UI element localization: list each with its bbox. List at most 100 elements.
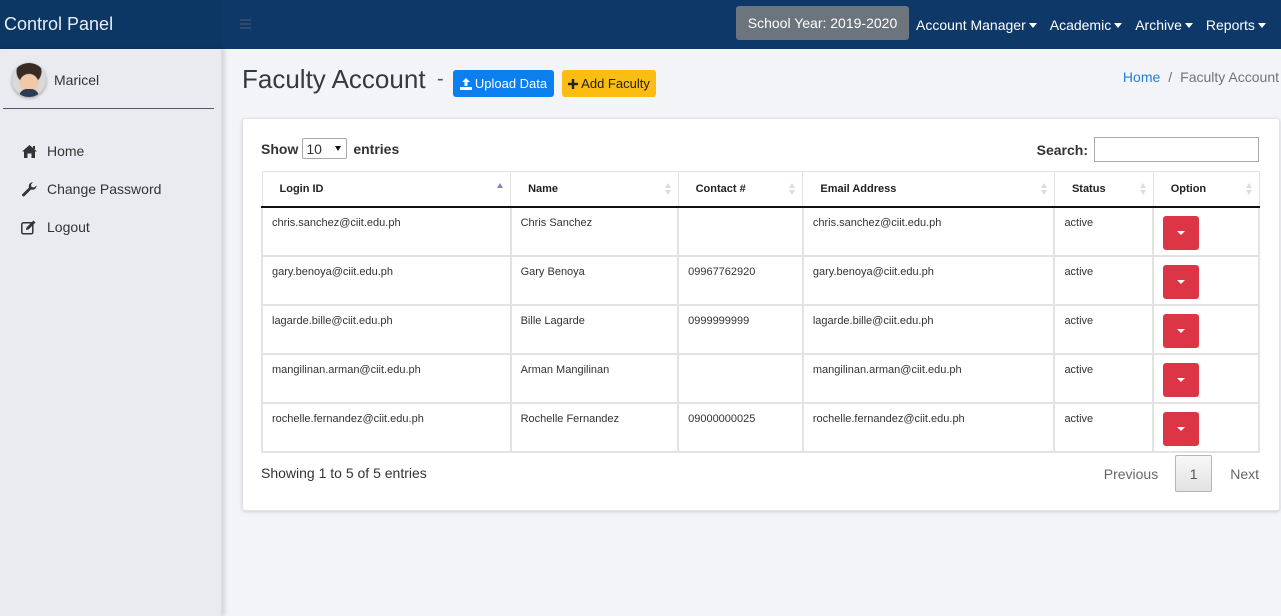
sort-both-icon xyxy=(789,183,796,195)
breadcrumb-separator: / xyxy=(1168,69,1173,85)
breadcrumb-current: Faculty Account xyxy=(1180,69,1279,85)
sidebar-item-logout[interactable]: Logout xyxy=(20,208,161,246)
column-header-option[interactable]: Option xyxy=(1152,171,1260,208)
page-1-button[interactable]: 1 xyxy=(1175,455,1213,492)
sort-both-icon xyxy=(1245,183,1252,195)
cell-option xyxy=(1152,254,1260,306)
nav-archive[interactable]: Archive xyxy=(1135,17,1193,33)
column-label: Contact # xyxy=(695,182,746,195)
cell-status: active xyxy=(1053,352,1155,404)
cell-status: active xyxy=(1053,303,1155,355)
hamburger-menu-icon[interactable] xyxy=(240,14,256,34)
nav-reports[interactable]: Reports xyxy=(1206,17,1266,33)
cell-option xyxy=(1152,401,1260,453)
column-header-name[interactable]: Name xyxy=(510,171,679,208)
previous-page-button[interactable]: Previous xyxy=(1104,466,1158,482)
column-label: Login ID xyxy=(279,182,324,195)
column-header-email[interactable]: Email Address xyxy=(802,171,1055,208)
caret-down-icon xyxy=(1177,279,1186,284)
caret-down-icon xyxy=(1114,22,1123,28)
top-navbar: Control Panel School Year: 2019-2020 Acc… xyxy=(0,0,1281,49)
school-year-badge[interactable]: School Year: 2019-2020 xyxy=(736,6,909,40)
nav-label: Account Manager xyxy=(916,16,1026,33)
cell-option xyxy=(1152,205,1260,257)
page-length-value: 10 xyxy=(306,140,322,157)
title-separator: - xyxy=(437,68,444,90)
user-panel: Maricel xyxy=(12,63,99,97)
column-header-login-id[interactable]: Login ID xyxy=(261,171,512,208)
brand-title[interactable]: Control Panel xyxy=(0,0,222,49)
option-dropdown-button[interactable] xyxy=(1163,313,1200,348)
search-label: Search: xyxy=(1036,141,1088,158)
cell-email: gary.benoya@ciit.edu.ph xyxy=(801,254,1056,306)
option-dropdown-button[interactable] xyxy=(1163,215,1200,250)
cell-email: lagarde.bille@ciit.edu.ph xyxy=(801,303,1056,355)
nav-academic[interactable]: Academic xyxy=(1050,17,1123,33)
column-label: Status xyxy=(1071,182,1106,195)
sidebar-item-label: Logout xyxy=(47,219,90,235)
home-icon xyxy=(20,143,38,159)
caret-down-icon xyxy=(1028,22,1037,28)
table-header-row: Login ID Name Contact # Email Address St… xyxy=(261,171,1260,208)
column-header-status[interactable]: Status xyxy=(1053,171,1154,208)
user-name: Maricel xyxy=(54,72,100,88)
page-length-select[interactable]: 10 xyxy=(302,138,348,159)
upload-data-button[interactable]: Upload Data xyxy=(453,70,554,97)
next-page-button[interactable]: Next xyxy=(1230,466,1259,482)
option-dropdown-button[interactable] xyxy=(1163,264,1200,299)
entries-label: entries xyxy=(353,140,400,157)
search-input[interactable] xyxy=(1094,137,1259,162)
column-label: Name xyxy=(528,182,559,195)
page-title: Faculty Account xyxy=(242,64,426,94)
search-control: Search: xyxy=(1037,137,1259,162)
sidebar-item-label: Home xyxy=(47,143,85,159)
sidebar-item-change-password[interactable]: Change Password xyxy=(20,170,161,208)
nav-label: Archive xyxy=(1135,16,1182,33)
cell-email: chris.sanchez@ciit.edu.ph xyxy=(801,205,1056,257)
edit-icon xyxy=(20,219,38,235)
upload-icon xyxy=(459,77,472,90)
page-length-control: Show 10 entries xyxy=(261,138,399,159)
nav-account-manager[interactable]: Account Manager xyxy=(916,17,1037,33)
show-label: Show xyxy=(261,140,299,157)
cell-name: Bille Lagarde xyxy=(509,303,680,355)
caret-down-icon xyxy=(1184,22,1193,28)
caret-down-icon xyxy=(1177,377,1186,382)
option-dropdown-button[interactable] xyxy=(1163,362,1200,397)
cell-name: Chris Sanchez xyxy=(509,205,680,257)
column-label: Email Address xyxy=(820,182,897,195)
caret-down-icon xyxy=(1177,230,1186,235)
plus-icon xyxy=(568,78,579,89)
sidebar-item-label: Change Password xyxy=(47,181,162,197)
cell-name: Gary Benoya xyxy=(509,254,680,306)
breadcrumb: Home / Faculty Account xyxy=(1123,69,1279,85)
nav-label: Reports xyxy=(1205,16,1255,33)
sidebar-item-home[interactable]: Home xyxy=(20,132,161,170)
cell-email: mangilinan.arman@ciit.edu.ph xyxy=(801,352,1056,404)
cell-login-id: lagarde.bille@ciit.edu.ph xyxy=(261,303,512,355)
option-dropdown-button[interactable] xyxy=(1163,411,1200,446)
sidebar-menu: Home Change Password Logout xyxy=(20,132,161,246)
sort-both-icon xyxy=(1040,183,1047,195)
column-label: Option xyxy=(1170,182,1207,195)
cell-contact xyxy=(677,205,804,257)
sort-both-icon xyxy=(664,183,671,195)
caret-down-icon xyxy=(1257,22,1266,28)
cell-login-id: chris.sanchez@ciit.edu.ph xyxy=(261,205,512,257)
table-info: Showing 1 to 5 of 5 entries xyxy=(261,465,427,481)
table-row: gary.benoya@ciit.edu.ph Gary Benoya 0996… xyxy=(261,254,1260,306)
add-faculty-label: Add Faculty xyxy=(581,76,650,91)
wrench-icon xyxy=(20,181,38,197)
sort-both-icon xyxy=(1139,183,1146,195)
cell-contact: 0999999999 xyxy=(677,303,804,355)
column-header-contact[interactable]: Contact # xyxy=(677,171,804,208)
faculty-table: Login ID Name Contact # Email Address St… xyxy=(261,171,1260,453)
add-faculty-button[interactable]: Add Faculty xyxy=(562,70,656,97)
caret-down-icon xyxy=(1177,426,1186,431)
table-row: rochelle.fernandez@ciit.edu.ph Rochelle … xyxy=(261,401,1260,453)
cell-status: active xyxy=(1053,205,1155,257)
cell-name: Rochelle Fernandez xyxy=(509,401,680,453)
cell-option xyxy=(1152,303,1260,355)
breadcrumb-home-link[interactable]: Home xyxy=(1123,69,1160,85)
cell-login-id: gary.benoya@ciit.edu.ph xyxy=(261,254,512,306)
